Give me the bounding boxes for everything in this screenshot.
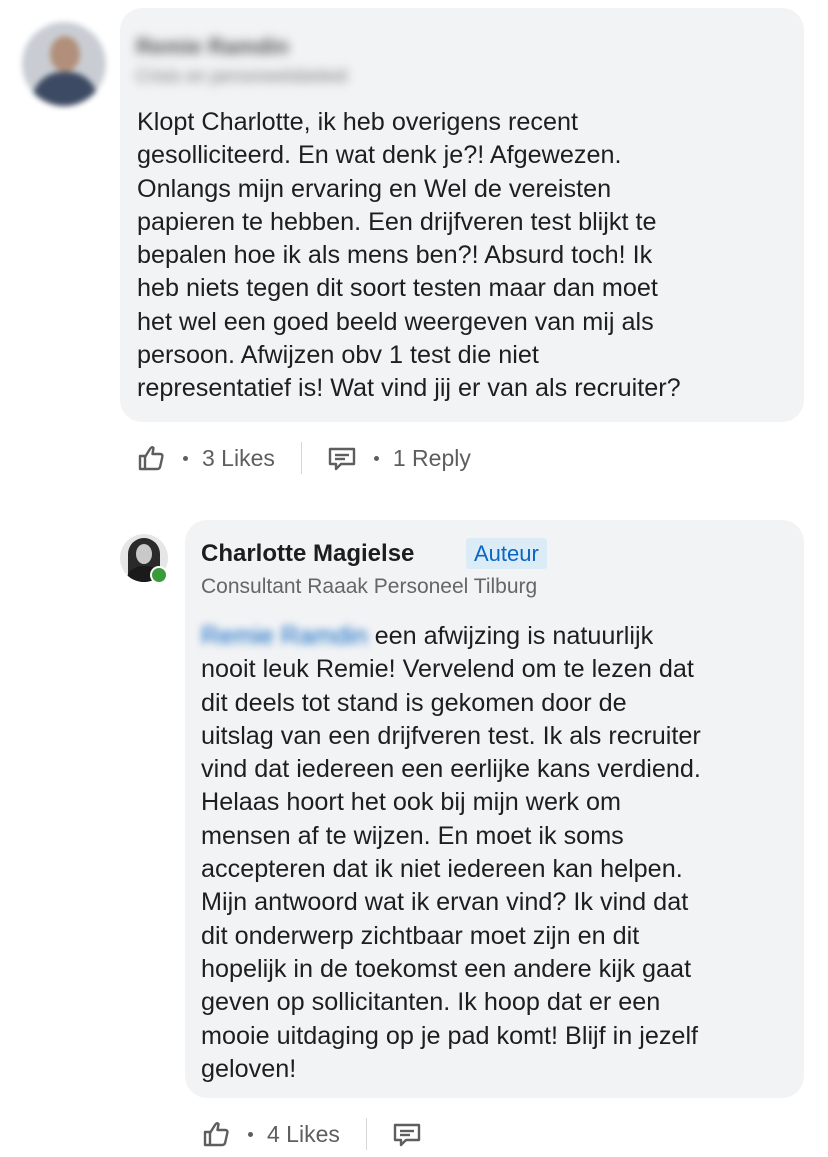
comment-bubble: Remie Ramdin Crisis en personeelsbeleid … <box>120 8 804 422</box>
reply-icon[interactable] <box>326 442 358 474</box>
separator-dot <box>248 1131 253 1137</box>
likes-count[interactable]: 3 Likes <box>202 445 275 472</box>
author-name[interactable]: Charlotte Magielse <box>201 540 414 568</box>
reply-text-body: een afwijzing is natuurlijk nooit leuk R… <box>201 622 701 1083</box>
likes-count[interactable]: 4 Likes <box>267 1121 340 1148</box>
mention-link[interactable]: Remie Ramdin <box>201 620 368 653</box>
commenter-name[interactable]: Remie Ramdin <box>136 34 289 60</box>
comment-text: Klopt Charlotte, ik heb overigens recent… <box>137 108 681 403</box>
thumbs-up-icon[interactable] <box>200 1118 232 1150</box>
commenter-headline: Crisis en personeelsbeleid <box>136 66 348 86</box>
comments-thread: Remie Ramdin Crisis en personeelsbeleid … <box>0 0 828 1157</box>
online-status-icon <box>150 566 168 584</box>
author-headline: Consultant Raaak Personeel Tilburg <box>201 575 538 598</box>
reply-icon[interactable] <box>391 1118 423 1150</box>
reply-bubble: Charlotte Magielse Auteur Consultant Raa… <box>185 520 804 1098</box>
reply-text: Remie Ramdin een afwijzing is natuurlijk… <box>201 620 797 1086</box>
separator-dot <box>373 455 379 461</box>
separator-dot <box>183 455 188 461</box>
reply-actions: 4 Likes <box>200 1114 423 1154</box>
divider <box>365 1118 367 1150</box>
author-badge: Auteur <box>466 538 547 569</box>
comment-actions: 3 Likes 1 Reply <box>135 438 471 478</box>
reply-count[interactable]: 1 Reply <box>393 445 471 472</box>
divider <box>300 442 302 474</box>
commenter-avatar[interactable] <box>22 22 106 106</box>
thumbs-up-icon[interactable] <box>135 442 167 474</box>
